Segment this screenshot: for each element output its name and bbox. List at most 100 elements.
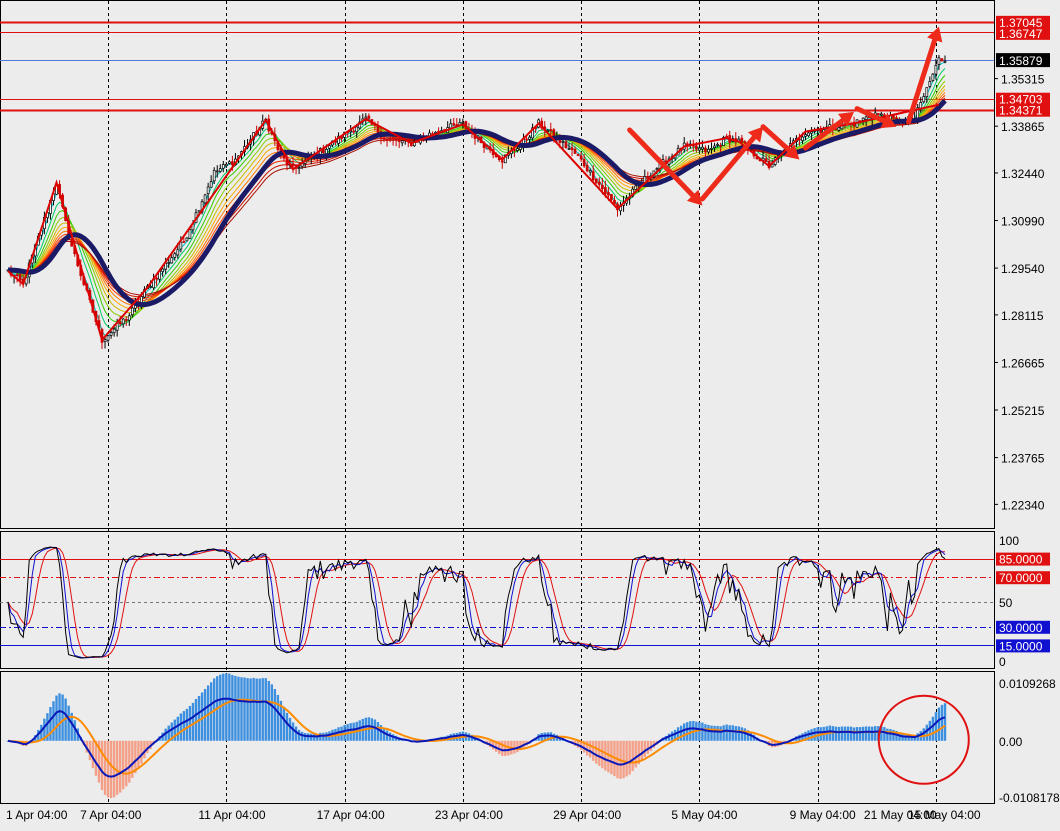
macd-bar xyxy=(710,725,713,741)
macd-bar xyxy=(592,740,595,761)
macd-bar xyxy=(722,725,725,741)
stoch-level-label-70: 70.0000 xyxy=(999,571,1043,585)
macd-bar xyxy=(109,740,113,799)
macd-bar xyxy=(883,727,886,741)
macd-axis-bottom: -0.0108178 xyxy=(999,791,1060,805)
macd-bar xyxy=(704,724,707,741)
macd-bar xyxy=(886,728,889,741)
macd-bar xyxy=(370,718,374,741)
macd-bar xyxy=(843,726,847,741)
macd-bar xyxy=(713,725,716,741)
macd-bar xyxy=(261,678,264,741)
macd-bar xyxy=(249,678,252,741)
macd-bar xyxy=(288,717,292,741)
macd-bar xyxy=(874,726,877,741)
macd-bar xyxy=(513,740,516,754)
macd-bar xyxy=(52,701,55,741)
macd-bar xyxy=(61,694,64,741)
macd-bar xyxy=(222,673,225,741)
macd-bar xyxy=(376,722,380,741)
time-label-9: 21 May 04:00 xyxy=(864,808,937,822)
time-label-4: 23 Apr 04:00 xyxy=(435,808,503,822)
macd-bar xyxy=(504,740,507,756)
level-label-4: 1.34371 xyxy=(999,104,1043,118)
macd-bar xyxy=(852,727,856,741)
macd-bar xyxy=(100,740,104,791)
macd-bar xyxy=(925,724,929,741)
macd-bar xyxy=(91,740,95,769)
macd-bar xyxy=(940,704,944,741)
macd-bar xyxy=(134,740,137,773)
macd-bar xyxy=(188,705,192,741)
macd-bar xyxy=(737,726,740,741)
macd-bar xyxy=(840,726,844,741)
stoch-level-label-85: 85.0000 xyxy=(999,553,1043,567)
macd-bar xyxy=(867,726,871,741)
price-tick-label: 1.30990 xyxy=(1001,215,1045,229)
price-tick-label: 1.22340 xyxy=(1001,498,1045,512)
macd-bar xyxy=(118,740,122,793)
price-level-labels: 1.37045 1.36747 1.34703 1.34371 1.35879 xyxy=(996,15,1050,118)
macd-bar xyxy=(191,702,195,741)
level-label-2: 1.36747 xyxy=(999,27,1043,41)
candle xyxy=(931,72,935,82)
macd-bar xyxy=(194,698,198,741)
chart-canvas[interactable]: 1.35315 1.33865 1.32440 1.30990 1.29540 1.281… xyxy=(0,0,1060,826)
macd-bar xyxy=(719,726,722,741)
macd-bar xyxy=(740,727,744,741)
macd-bar xyxy=(701,722,704,741)
macd-bar xyxy=(103,740,107,795)
macd-bar xyxy=(813,728,816,741)
macd-bar xyxy=(243,677,246,741)
price-tick-label: 1.29540 xyxy=(1001,262,1045,276)
macd-bar xyxy=(686,722,689,741)
macd-bar xyxy=(628,740,631,775)
macd-bar xyxy=(934,712,938,741)
time-label-0: 1 Apr 04:00 xyxy=(6,808,68,822)
macd-bar xyxy=(849,726,853,741)
macd-bar xyxy=(931,716,935,741)
macd-bar xyxy=(291,722,295,741)
macd-bar xyxy=(176,716,180,741)
macd-bar xyxy=(734,726,737,741)
time-label-6: 5 May 04:00 xyxy=(671,808,737,822)
macd-bar xyxy=(276,694,280,741)
candle xyxy=(940,58,944,62)
macd-bar xyxy=(231,675,234,741)
price-tick-label: 1.35315 xyxy=(1001,73,1045,87)
macd-bar xyxy=(240,677,243,741)
macd-bar xyxy=(816,727,819,741)
macd-bar xyxy=(282,706,286,741)
macd-bar xyxy=(270,684,274,741)
macd-bar xyxy=(861,726,865,741)
macd-bar xyxy=(252,677,255,741)
macd-bar xyxy=(185,708,189,741)
macd-bar xyxy=(604,740,607,771)
macd-bar xyxy=(643,740,646,758)
macd-bar xyxy=(167,725,170,741)
macd-bar xyxy=(140,740,143,764)
macd-bar xyxy=(731,725,734,741)
time-label-1: 7 Apr 04:00 xyxy=(80,808,142,822)
macd-bar xyxy=(197,695,201,741)
macd-bar xyxy=(55,695,58,741)
macd-bar xyxy=(601,740,604,769)
time-label-2: 11 Apr 04:00 xyxy=(198,808,265,822)
macd-bar xyxy=(937,707,941,741)
stoch-axis-100: 100 xyxy=(999,534,1019,548)
macd-bar xyxy=(837,726,841,741)
price-tick-label: 1.25215 xyxy=(1001,404,1045,418)
stoch-level-label-15: 15.0000 xyxy=(999,639,1043,653)
macd-bar xyxy=(631,740,634,772)
macd-bar xyxy=(122,740,125,790)
macd-bar xyxy=(264,678,267,741)
stoch-axis-0: 0 xyxy=(999,655,1006,669)
macd-bar xyxy=(716,725,719,741)
macd-bar xyxy=(743,728,747,741)
macd-bar xyxy=(846,726,850,741)
trading-chart-window: 1.35315 1.33865 1.32440 1.30990 1.29540 1.281… xyxy=(0,0,1060,826)
macd-bar xyxy=(67,705,70,741)
macd-bar xyxy=(598,740,601,766)
macd-bar xyxy=(267,680,270,741)
macd-bar xyxy=(246,678,249,741)
